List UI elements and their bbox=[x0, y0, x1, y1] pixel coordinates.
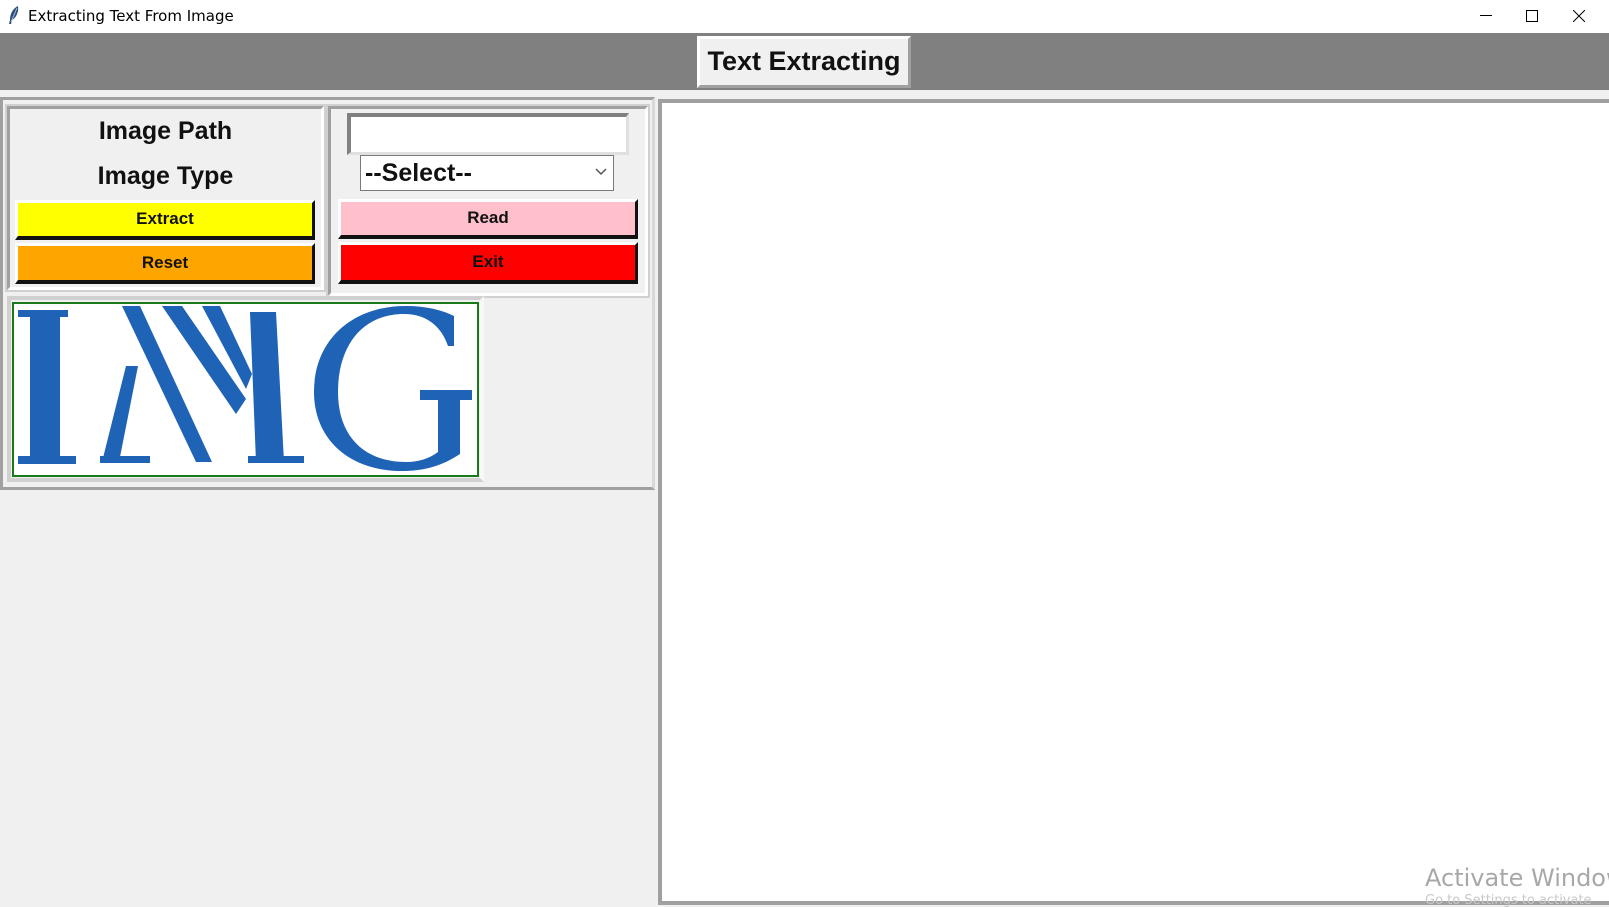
reset-button[interactable]: Reset bbox=[15, 243, 315, 284]
exit-button[interactable]: Exit bbox=[338, 242, 638, 284]
chevron-down-icon bbox=[595, 168, 607, 176]
maximize-icon bbox=[1526, 10, 1538, 22]
activate-windows-subtext: Go to Settings to activate bbox=[1425, 893, 1592, 907]
img-logo bbox=[18, 306, 472, 471]
maximize-button[interactable] bbox=[1509, 0, 1555, 33]
extracted-text-area[interactable] bbox=[658, 99, 1609, 905]
page-title: Text Extracting bbox=[697, 36, 911, 88]
extract-button[interactable]: Extract bbox=[15, 200, 315, 240]
image-path-label: Image Path bbox=[98, 117, 233, 145]
minimize-button[interactable] bbox=[1463, 0, 1509, 33]
close-icon bbox=[1573, 10, 1585, 22]
feather-icon bbox=[9, 6, 19, 24]
title-bar: Extracting Text From Image bbox=[0, 0, 1609, 33]
image-type-label: Image Type bbox=[97, 162, 234, 190]
minimize-icon bbox=[1480, 15, 1492, 16]
close-button[interactable] bbox=[1556, 0, 1602, 33]
read-button[interactable]: Read bbox=[338, 199, 638, 239]
activate-windows-watermark: Activate Window bbox=[1425, 864, 1609, 892]
window-title: Extracting Text From Image bbox=[28, 7, 234, 25]
header-bar: Text Extracting bbox=[0, 33, 1609, 90]
image-path-input[interactable] bbox=[347, 113, 629, 155]
image-type-select[interactable]: --Select-- bbox=[360, 155, 614, 191]
image-type-selected-value: --Select-- bbox=[365, 159, 472, 187]
image-preview bbox=[12, 302, 479, 477]
